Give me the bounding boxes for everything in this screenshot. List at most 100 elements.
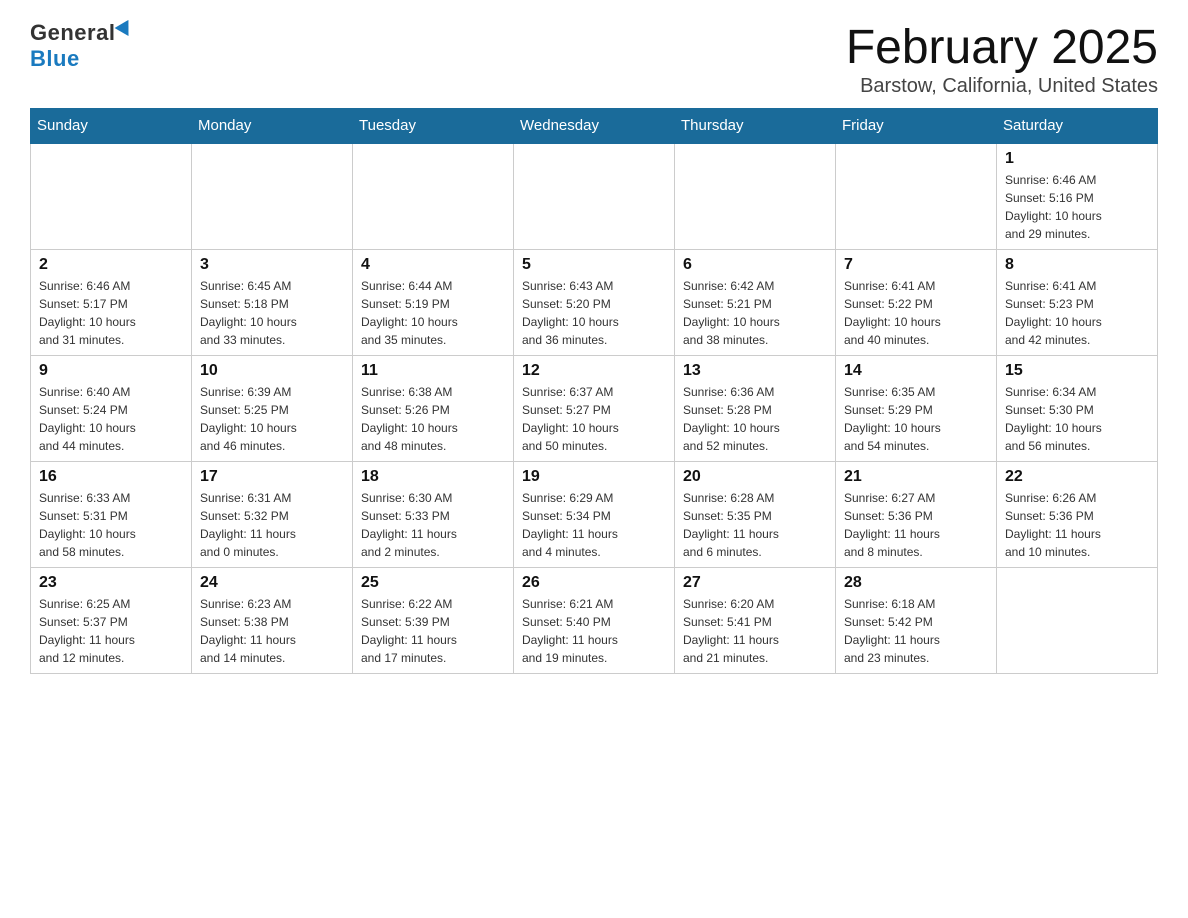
calendar-cell: 6 Sunrise: 6:42 AM Sunset: 5:21 PM Daylig… — [675, 250, 836, 356]
calendar-cell — [514, 143, 675, 250]
calendar-week-row: 9 Sunrise: 6:40 AM Sunset: 5:24 PM Daylig… — [31, 356, 1158, 462]
calendar-cell: 22 Sunrise: 6:26 AM Sunset: 5:36 PM Dayli… — [997, 462, 1158, 568]
calendar-cell: 17 Sunrise: 6:31 AM Sunset: 5:32 PM Dayli… — [192, 462, 353, 568]
calendar-cell: 9 Sunrise: 6:40 AM Sunset: 5:24 PM Daylig… — [31, 356, 192, 462]
day-number: 26 — [522, 574, 666, 592]
day-number: 3 — [200, 256, 344, 274]
calendar-cell: 15Sunrise: 6:34 AM Sunset: 5:30 PM Dayli… — [997, 356, 1158, 462]
day-info: Sunrise: 6:26 AM Sunset: 5:36 PM Dayligh… — [1005, 489, 1149, 561]
calendar-cell: 25 Sunrise: 6:22 AM Sunset: 5:39 PM Dayli… — [353, 568, 514, 674]
calendar-cell: 3 Sunrise: 6:45 AM Sunset: 5:18 PM Daylig… — [192, 250, 353, 356]
day-info: Sunrise: 6:37 AM Sunset: 5:27 PM Dayligh… — [522, 383, 666, 455]
calendar-cell: 19 Sunrise: 6:29 AM Sunset: 5:34 PM Dayli… — [514, 462, 675, 568]
month-title: February 2025 — [846, 20, 1158, 75]
day-number: 10 — [200, 362, 344, 380]
day-number: 1 — [1005, 150, 1149, 168]
calendar-cell: 8 Sunrise: 6:41 AM Sunset: 5:23 PM Daylig… — [997, 250, 1158, 356]
calendar-week-row: 2 Sunrise: 6:46 AM Sunset: 5:17 PM Daylig… — [31, 250, 1158, 356]
day-number: 17 — [200, 468, 344, 486]
day-of-week-header: Wednesday — [514, 109, 675, 144]
day-number: 6 — [683, 256, 827, 274]
day-info: Sunrise: 6:36 AM Sunset: 5:28 PM Dayligh… — [683, 383, 827, 455]
calendar-cell — [31, 143, 192, 250]
day-number: 21 — [844, 468, 988, 486]
day-info: Sunrise: 6:42 AM Sunset: 5:21 PM Dayligh… — [683, 277, 827, 349]
logo-blue-text: Blue — [30, 46, 80, 72]
day-number: 18 — [361, 468, 505, 486]
day-info: Sunrise: 6:18 AM Sunset: 5:42 PM Dayligh… — [844, 595, 988, 667]
day-info: Sunrise: 6:34 AM Sunset: 5:30 PM Dayligh… — [1005, 383, 1149, 455]
day-info: Sunrise: 6:30 AM Sunset: 5:33 PM Dayligh… — [361, 489, 505, 561]
calendar-cell — [997, 568, 1158, 674]
calendar-cell: 24 Sunrise: 6:23 AM Sunset: 5:38 PM Dayli… — [192, 568, 353, 674]
day-info: Sunrise: 6:35 AM Sunset: 5:29 PM Dayligh… — [844, 383, 988, 455]
calendar-cell: 12 Sunrise: 6:37 AM Sunset: 5:27 PM Dayli… — [514, 356, 675, 462]
calendar-cell — [353, 143, 514, 250]
calendar-cell — [675, 143, 836, 250]
day-info: Sunrise: 6:46 AM Sunset: 5:16 PM Dayligh… — [1005, 171, 1149, 243]
day-number: 23 — [39, 574, 183, 592]
day-number: 25 — [361, 574, 505, 592]
day-info: Sunrise: 6:41 AM Sunset: 5:23 PM Dayligh… — [1005, 277, 1149, 349]
day-number: 11 — [361, 362, 505, 380]
calendar-cell — [836, 143, 997, 250]
day-info: Sunrise: 6:31 AM Sunset: 5:32 PM Dayligh… — [200, 489, 344, 561]
calendar-cell: 23 Sunrise: 6:25 AM Sunset: 5:37 PM Dayli… — [31, 568, 192, 674]
day-number: 28 — [844, 574, 988, 592]
day-number: 16 — [39, 468, 183, 486]
day-number: 12 — [522, 362, 666, 380]
day-info: Sunrise: 6:23 AM Sunset: 5:38 PM Dayligh… — [200, 595, 344, 667]
day-of-week-header: Sunday — [31, 109, 192, 144]
calendar-cell: 7 Sunrise: 6:41 AM Sunset: 5:22 PM Daylig… — [836, 250, 997, 356]
day-number: 27 — [683, 574, 827, 592]
calendar-cell: 28 Sunrise: 6:18 AM Sunset: 5:42 PM Dayli… — [836, 568, 997, 674]
page-header: General Blue February 2025 Barstow, Cali… — [30, 20, 1158, 98]
day-number: 24 — [200, 574, 344, 592]
calendar-cell — [192, 143, 353, 250]
calendar-table: SundayMondayTuesdayWednesdayThursdayFrid… — [30, 108, 1158, 674]
day-number: 4 — [361, 256, 505, 274]
calendar-cell: 5 Sunrise: 6:43 AM Sunset: 5:20 PM Daylig… — [514, 250, 675, 356]
day-number: 8 — [1005, 256, 1149, 274]
day-info: Sunrise: 6:25 AM Sunset: 5:37 PM Dayligh… — [39, 595, 183, 667]
day-number: 7 — [844, 256, 988, 274]
day-of-week-header: Friday — [836, 109, 997, 144]
day-info: Sunrise: 6:39 AM Sunset: 5:25 PM Dayligh… — [200, 383, 344, 455]
day-of-week-header: Thursday — [675, 109, 836, 144]
day-number: 2 — [39, 256, 183, 274]
calendar-cell: 27Sunrise: 6:20 AM Sunset: 5:41 PM Dayli… — [675, 568, 836, 674]
day-number: 19 — [522, 468, 666, 486]
day-info: Sunrise: 6:41 AM Sunset: 5:22 PM Dayligh… — [844, 277, 988, 349]
day-of-week-header: Tuesday — [353, 109, 514, 144]
day-info: Sunrise: 6:44 AM Sunset: 5:19 PM Dayligh… — [361, 277, 505, 349]
calendar-week-row: 23 Sunrise: 6:25 AM Sunset: 5:37 PM Dayli… — [31, 568, 1158, 674]
day-info: Sunrise: 6:27 AM Sunset: 5:36 PM Dayligh… — [844, 489, 988, 561]
logo-triangle-icon — [115, 20, 136, 40]
day-info: Sunrise: 6:45 AM Sunset: 5:18 PM Dayligh… — [200, 277, 344, 349]
calendar-cell: 14 Sunrise: 6:35 AM Sunset: 5:29 PM Dayli… — [836, 356, 997, 462]
day-info: Sunrise: 6:43 AM Sunset: 5:20 PM Dayligh… — [522, 277, 666, 349]
day-info: Sunrise: 6:29 AM Sunset: 5:34 PM Dayligh… — [522, 489, 666, 561]
calendar-cell: 1 Sunrise: 6:46 AM Sunset: 5:16 PM Daylig… — [997, 143, 1158, 250]
day-number: 9 — [39, 362, 183, 380]
title-block: February 2025 Barstow, California, Unite… — [846, 20, 1158, 98]
day-of-week-header: Saturday — [997, 109, 1158, 144]
day-number: 22 — [1005, 468, 1149, 486]
day-info: Sunrise: 6:38 AM Sunset: 5:26 PM Dayligh… — [361, 383, 505, 455]
calendar-week-row: 16Sunrise: 6:33 AM Sunset: 5:31 PM Dayli… — [31, 462, 1158, 568]
calendar-cell: 21 Sunrise: 6:27 AM Sunset: 5:36 PM Dayli… — [836, 462, 997, 568]
calendar-cell: 11 Sunrise: 6:38 AM Sunset: 5:26 PM Dayli… — [353, 356, 514, 462]
calendar-header-row: SundayMondayTuesdayWednesdayThursdayFrid… — [31, 109, 1158, 144]
day-number: 5 — [522, 256, 666, 274]
location-title: Barstow, California, United States — [846, 75, 1158, 98]
day-info: Sunrise: 6:22 AM Sunset: 5:39 PM Dayligh… — [361, 595, 505, 667]
calendar-cell: 16Sunrise: 6:33 AM Sunset: 5:31 PM Dayli… — [31, 462, 192, 568]
day-info: Sunrise: 6:21 AM Sunset: 5:40 PM Dayligh… — [522, 595, 666, 667]
day-info: Sunrise: 6:40 AM Sunset: 5:24 PM Dayligh… — [39, 383, 183, 455]
calendar-cell: 26 Sunrise: 6:21 AM Sunset: 5:40 PM Dayli… — [514, 568, 675, 674]
calendar-cell: 2 Sunrise: 6:46 AM Sunset: 5:17 PM Daylig… — [31, 250, 192, 356]
day-of-week-header: Monday — [192, 109, 353, 144]
day-info: Sunrise: 6:46 AM Sunset: 5:17 PM Dayligh… — [39, 277, 183, 349]
day-number: 20 — [683, 468, 827, 486]
day-number: 14 — [844, 362, 988, 380]
